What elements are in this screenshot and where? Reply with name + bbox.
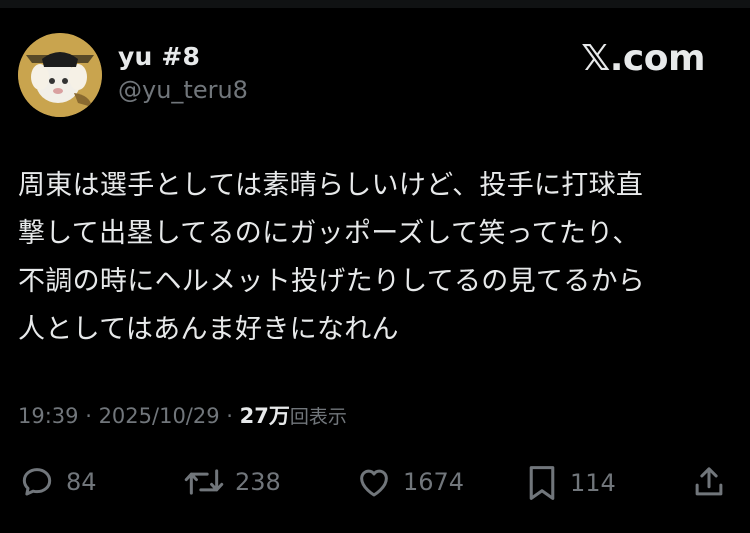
views-count: 27万 <box>239 404 290 428</box>
share-button[interactable] <box>690 463 728 501</box>
share-icon <box>695 467 723 496</box>
meta-separator: · <box>219 404 240 428</box>
views-label: 回表示 <box>289 406 347 428</box>
bookmark-count: 114 <box>570 469 616 497</box>
like-button[interactable]: 1674 <box>355 463 464 501</box>
heart-icon <box>360 469 388 497</box>
bookmark-button[interactable]: 114 <box>524 463 616 503</box>
top-divider <box>0 0 750 8</box>
avatar[interactable] <box>18 33 102 117</box>
post-text: 周東は選手としては素晴らしいけど、投手に打球直 撃して出塁してるのにガッポーズし… <box>18 170 646 345</box>
reply-count: 84 <box>66 468 97 496</box>
post-date[interactable]: 2025/10/29 <box>99 404 220 428</box>
repost-button[interactable]: 238 <box>183 463 281 501</box>
post-meta: 19:39 · 2025/10/29 · 27万回表示 <box>18 400 347 430</box>
author-display-name[interactable]: yu #8 <box>118 42 200 71</box>
reply-icon <box>22 468 52 496</box>
x-brand-label: 𝕏.com <box>581 38 705 79</box>
meta-separator: · <box>78 404 99 428</box>
repost-count: 238 <box>235 468 281 496</box>
repost-icon <box>184 469 224 495</box>
like-count: 1674 <box>403 468 465 496</box>
reply-button[interactable]: 84 <box>18 463 97 501</box>
avatar-image <box>18 33 102 117</box>
author-handle[interactable]: @yu_teru8 <box>118 76 248 104</box>
action-bar: 84 238 1674 114 <box>0 455 750 511</box>
post-time[interactable]: 19:39 <box>18 404 79 428</box>
bookmark-icon <box>529 466 555 500</box>
